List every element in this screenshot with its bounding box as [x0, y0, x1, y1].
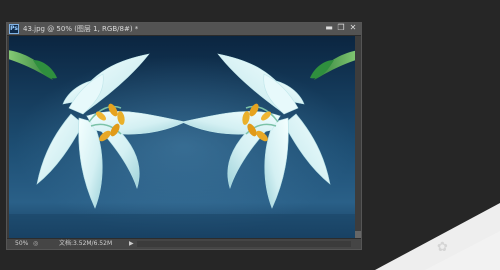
status-menu-arrow[interactable]: ▶ — [129, 239, 134, 249]
status-bar: 50% ◎ 文档:3.52M/6.52M ▶ — [7, 238, 361, 249]
document-window: Ps 43.jpg @ 50% (图层 1, RGB/8#) * ▬ ❐ ✕ 5… — [6, 22, 362, 250]
close-icon[interactable]: ✕ — [349, 24, 357, 32]
restore-icon[interactable]: ❐ — [337, 24, 345, 32]
workspace: Ps 43.jpg @ 50% (图层 1, RGB/8#) * ▬ ❐ ✕ 5… — [0, 0, 500, 270]
image-canvas[interactable] — [9, 36, 358, 239]
svg-text:✿: ✿ — [437, 240, 448, 255]
window-controls: ▬ ❐ ✕ — [325, 24, 357, 34]
lily-photo — [9, 36, 358, 239]
status-icon: ◎ — [33, 240, 39, 247]
document-tab[interactable]: Ps 43.jpg @ 50% (图层 1, RGB/8#) * ▬ ❐ ✕ — [7, 23, 361, 36]
document-info: 文档:3.52M/6.52M — [59, 240, 113, 247]
horizontal-scrollbar[interactable] — [137, 241, 351, 247]
minimize-icon[interactable]: ▬ — [325, 24, 333, 32]
watermark-logo: ✿ — [375, 203, 500, 270]
vertical-scrollbar[interactable] — [355, 36, 361, 239]
zoom-level[interactable]: 50% — [15, 239, 28, 249]
photoshop-icon: Ps — [9, 24, 19, 34]
document-title: 43.jpg @ 50% (图层 1, RGB/8#) * — [23, 25, 139, 33]
